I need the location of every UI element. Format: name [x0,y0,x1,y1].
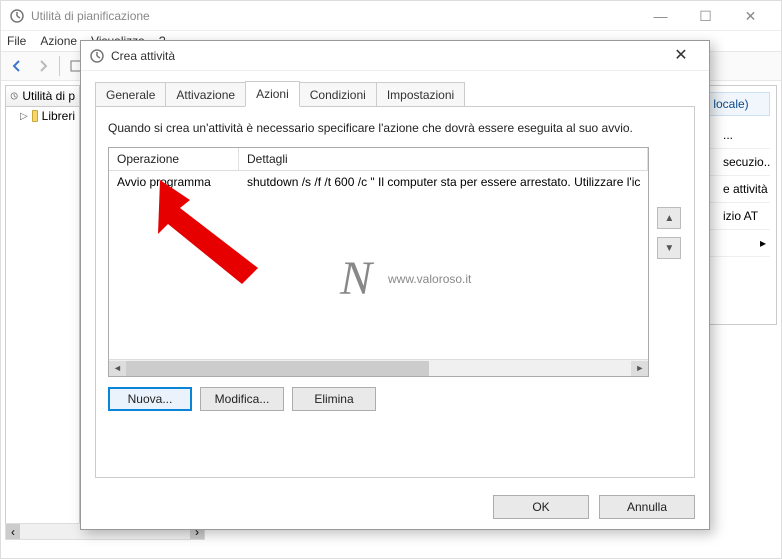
scroll-thumb[interactable] [126,361,429,376]
move-down-button[interactable]: ▼ [657,237,681,259]
menu-action[interactable]: Azione [40,34,77,48]
actions-item-label: e attività [723,182,768,196]
menu-file[interactable]: File [7,34,26,48]
tree-item-library[interactable]: ▷ Libreri [6,107,79,125]
scroll-track[interactable] [126,361,631,376]
dialog-close-button[interactable]: ✕ [661,42,701,70]
close-button[interactable]: ✕ [728,2,773,30]
minimize-button[interactable]: — [638,2,683,30]
tab-actions[interactable]: Azioni [245,81,300,107]
action-buttons-row: Nuova... Modifica... Elimina [108,387,649,411]
tree-item-label: Libreri [42,109,75,123]
create-task-dialog: Crea attività ✕ Generale Attivazione Azi… [80,40,710,530]
new-button[interactable]: Nuova... [108,387,192,411]
tab-general[interactable]: Generale [95,82,166,107]
scroll-left-button[interactable]: ◄ [109,361,126,376]
nav-back-button[interactable] [5,54,29,78]
toolbar-separator [59,56,60,76]
column-details[interactable]: Dettagli [239,148,648,170]
tab-triggers[interactable]: Attivazione [165,82,246,107]
cell-operation: Avvio programma [109,171,239,193]
instruction-text: Quando si crea un'attività è necessario … [108,121,682,135]
cancel-button[interactable]: Annulla [599,495,695,519]
list-row[interactable]: Avvio programma shutdown /s /f /t 600 /c… [109,171,648,193]
actions-item-label: ... [723,128,733,142]
tab-conditions[interactable]: Condizioni [299,82,377,107]
scroll-left-button[interactable]: ‹ [6,524,20,539]
folder-icon [32,110,38,122]
tabstrip: Generale Attivazione Azioni Condizioni I… [81,71,709,107]
expand-icon[interactable]: ▷ [20,111,28,122]
tree-pane: Utilità di p ▷ Libreri [5,85,80,525]
tab-settings[interactable]: Impostazioni [376,82,465,107]
actions-listbox[interactable]: Operazione Dettagli Avvio programma shut… [108,147,649,377]
list-header: Operazione Dettagli [109,148,648,171]
actions-item-label: izio AT [723,209,758,223]
delete-button[interactable]: Elimina [292,387,376,411]
move-up-button[interactable]: ▲ [657,207,681,229]
dialog-footer: OK Annulla [493,495,695,519]
chevron-right-icon: ▸ [760,236,766,250]
dialog-title: Crea attività [111,49,661,63]
nav-forward-button[interactable] [31,54,55,78]
ok-button[interactable]: OK [493,495,589,519]
tree-root[interactable]: Utilità di p [6,86,79,107]
edit-button[interactable]: Modifica... [200,387,284,411]
list-horizontal-scrollbar[interactable]: ◄ ► [109,359,648,376]
column-operation[interactable]: Operazione [109,148,239,170]
clock-icon [89,48,105,64]
dialog-titlebar: Crea attività ✕ [81,41,709,71]
clock-icon [10,89,18,103]
main-window-title: Utilità di pianificazione [31,9,638,23]
actions-item-label: secuzio... [723,155,770,169]
tab-panel-actions: Quando si crea un'attività è necessario … [95,106,695,478]
tree-root-label: Utilità di p [22,89,75,103]
window-controls: — ☐ ✕ [638,2,773,30]
scroll-right-button[interactable]: ► [631,361,648,376]
clock-icon [9,8,25,24]
maximize-button[interactable]: ☐ [683,2,728,30]
main-titlebar: Utilità di pianificazione — ☐ ✕ [1,1,781,31]
cell-details: shutdown /s /f /t 600 /c " Il computer s… [239,171,648,193]
